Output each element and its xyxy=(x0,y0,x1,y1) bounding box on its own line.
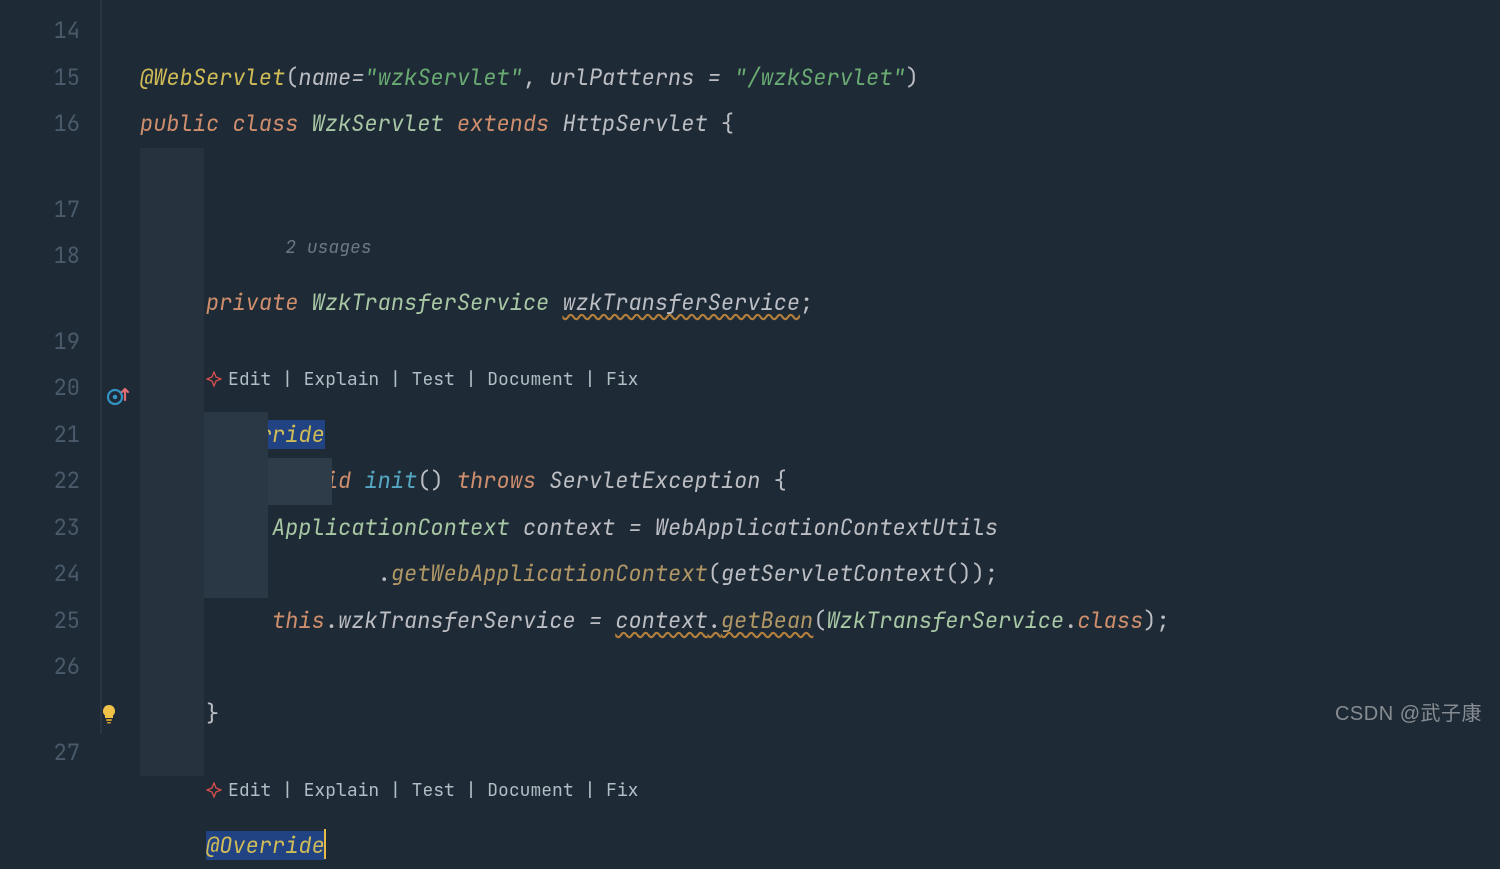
watermark: CSDN @武子康 xyxy=(1335,697,1482,726)
line-number: 26 xyxy=(0,644,100,691)
line-number: 21 xyxy=(0,412,100,459)
code-line[interactable]: ApplicationContext context = WebApplicat… xyxy=(140,412,1500,459)
ai-action[interactable]: Fix xyxy=(606,779,638,802)
line-number xyxy=(0,280,100,319)
line-number: 15 xyxy=(0,55,100,102)
line-number: 17 xyxy=(0,187,100,234)
code-editor[interactable]: 14 15 16 17 18 19 20 21 22 23 24 25 26 2… xyxy=(0,0,1500,734)
code-line[interactable]: .getWebApplicationContext(getServletCont… xyxy=(140,458,1500,505)
line-number xyxy=(0,691,100,730)
line-number: 23 xyxy=(0,505,100,552)
gutter: 14 15 16 17 18 19 20 21 22 23 24 25 26 2… xyxy=(0,0,100,734)
caret xyxy=(324,829,326,859)
separator: | xyxy=(574,779,606,802)
line-number: 22 xyxy=(0,458,100,505)
code-line[interactable]: public void init() throws ServletExcepti… xyxy=(140,365,1500,412)
code-line[interactable] xyxy=(140,644,1500,691)
separator: | xyxy=(455,779,487,802)
line-number: 20 xyxy=(0,365,100,412)
line-number: 24 xyxy=(0,551,100,598)
code-line[interactable]: this.wzkTransferService = context.getBea… xyxy=(140,505,1500,552)
annotation: @Override xyxy=(206,831,325,860)
code-line[interactable]: @WebServlet(name="wzkServlet", urlPatter… xyxy=(140,8,1500,55)
code-line[interactable]: private WzkTransferService wzkTransferSe… xyxy=(140,187,1500,234)
ai-action[interactable]: Edit xyxy=(228,779,271,802)
ai-action[interactable]: Explain xyxy=(304,779,380,802)
ai-actions-inlay[interactable]: Edit | Explain | Test | Document | Fix xyxy=(140,691,1500,730)
code-line[interactable]: } xyxy=(140,598,1500,645)
separator: | xyxy=(271,779,303,802)
line-number: 19 xyxy=(0,319,100,366)
code-area[interactable]: @WebServlet(name="wzkServlet", urlPatter… xyxy=(100,0,1500,734)
line-number xyxy=(0,148,100,187)
ai-actions-inlay[interactable]: Edit | Explain | Test | Document | Fix xyxy=(140,280,1500,319)
line-number: 18 xyxy=(0,233,100,280)
code-line[interactable]: @Override xyxy=(140,319,1500,366)
separator: | xyxy=(379,779,411,802)
code-line[interactable]: public class WzkServlet extends HttpServ… xyxy=(140,55,1500,102)
line-number: 16 xyxy=(0,101,100,148)
code-line[interactable] xyxy=(140,551,1500,598)
ai-action[interactable]: Test xyxy=(412,779,455,802)
usages-inlay[interactable]: 2 usages xyxy=(140,148,1500,187)
line-number: 25 xyxy=(0,598,100,645)
code-line[interactable] xyxy=(140,101,1500,148)
line-number: 27 xyxy=(0,730,100,777)
code-line[interactable]: @Override xyxy=(140,730,1500,777)
line-number: 14 xyxy=(0,8,100,55)
code-line[interactable] xyxy=(140,233,1500,280)
ai-action[interactable]: Document xyxy=(487,779,573,802)
